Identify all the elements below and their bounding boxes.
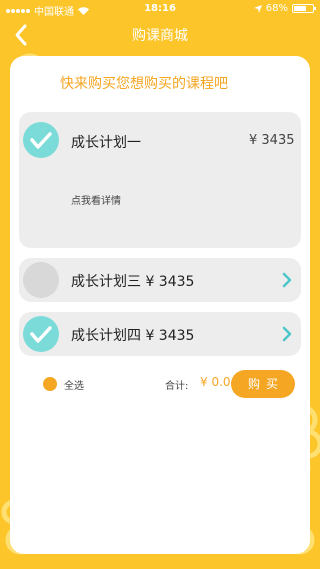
section-heading: 快来购买您想购买的课程吧 xyxy=(60,76,228,92)
page-title: 购课商城 xyxy=(132,28,188,44)
course-item[interactable]: 成长计划一 ¥ 3435 点我看详情 xyxy=(19,112,301,248)
course-name: 成长计划一 xyxy=(71,135,141,151)
chevron-right-icon[interactable] xyxy=(281,326,293,342)
total-label: 合计: xyxy=(165,381,189,392)
select-all-checkbox[interactable] xyxy=(43,377,57,391)
course-checkbox[interactable] xyxy=(23,122,59,158)
course-name: 成长计划四 ¥ 3435 xyxy=(71,328,195,344)
course-name: 成长计划三 ¥ 3435 xyxy=(71,274,195,290)
course-checkbox[interactable] xyxy=(23,262,59,298)
check-icon xyxy=(30,326,52,343)
course-item[interactable]: 成长计划三 ¥ 3435 xyxy=(19,258,301,302)
course-price: ¥ 3435 xyxy=(249,133,295,148)
status-bar: 中国联通 18:16 68% xyxy=(0,0,320,18)
status-right-group: 68% xyxy=(253,3,316,14)
check-icon xyxy=(30,132,52,149)
course-detail-link[interactable]: 点我看详情 xyxy=(71,192,121,207)
course-item[interactable]: 成长计划四 ¥ 3435 xyxy=(19,312,301,356)
total-value: ¥ 0.0 xyxy=(200,375,231,389)
chevron-right-icon[interactable] xyxy=(281,272,293,288)
buy-button[interactable]: 购买 xyxy=(231,370,295,398)
course-checkbox[interactable] xyxy=(23,316,59,352)
battery-level xyxy=(294,6,307,11)
battery-percent: 68% xyxy=(265,3,288,14)
location-icon xyxy=(253,4,262,13)
select-all-label[interactable]: 全选 xyxy=(64,377,84,392)
battery-icon xyxy=(292,4,316,13)
